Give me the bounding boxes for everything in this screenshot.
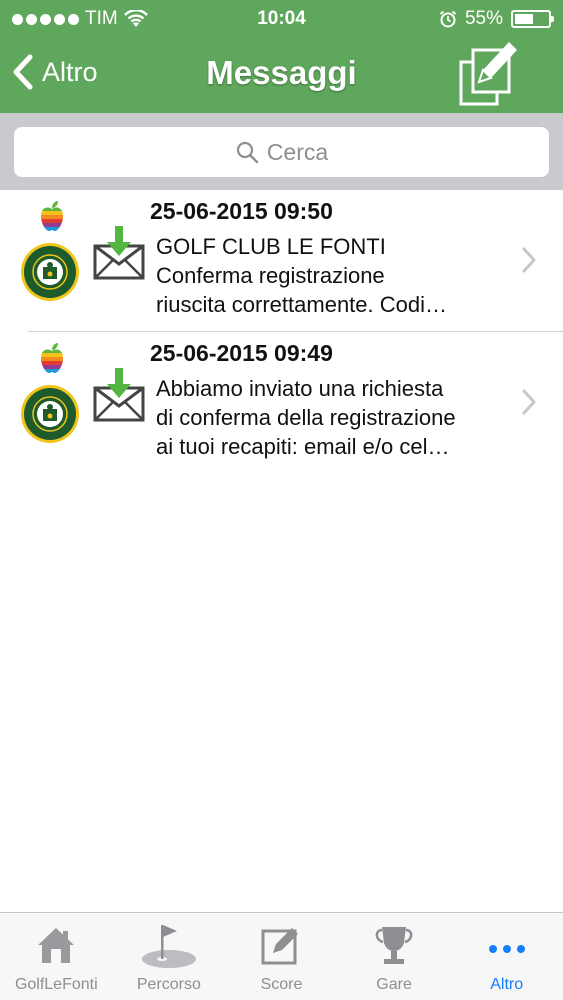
tab-altro[interactable]: Altro: [450, 913, 563, 1000]
message-preview: Abbiamo inviato una richiesta di conferm…: [156, 374, 506, 461]
message-line: Conferma registrazione: [156, 263, 385, 288]
tab-gare[interactable]: Gare: [338, 913, 451, 1000]
message-line: di conferma della registrazione: [156, 405, 456, 430]
message-preview: GOLF CLUB LE FONTI Conferma registrazion…: [156, 232, 506, 319]
apple-icon: [41, 343, 63, 373]
tab-score[interactable]: Score: [225, 913, 338, 1000]
chevron-right-icon: [522, 389, 536, 415]
trophy-icon: [375, 927, 413, 964]
golf-club-logo-icon: [21, 243, 79, 301]
chevron-right-icon: [522, 247, 536, 273]
status-right: 55%: [439, 8, 554, 30]
search-icon: [236, 141, 259, 164]
search-input[interactable]: Cerca: [14, 127, 549, 177]
message-datetime: 25-06-2015 09:49: [150, 340, 333, 366]
tab-label: Percorso: [136, 976, 201, 993]
home-icon: [38, 928, 75, 963]
tab-percorso[interactable]: Percorso: [113, 913, 226, 1000]
golf-club-logo-icon: [21, 385, 79, 443]
more-icon: [488, 945, 525, 953]
tab-label: GolfLeFonti: [14, 976, 98, 993]
navigation-bar: Altro Messaggi: [0, 38, 563, 113]
message-row[interactable]: 25-06-2015 09:49 Abbiamo inviato una ric…: [0, 332, 563, 474]
status-bar: TIM 10:04 55%: [0, 0, 563, 38]
battery-percent: 55%: [464, 8, 503, 29]
download-mail-icon: [93, 368, 145, 422]
download-mail-icon: [93, 226, 145, 280]
search-placeholder: Cerca: [266, 138, 329, 165]
flag-icon: [141, 925, 196, 968]
pencil-icon: [261, 928, 299, 965]
message-line: Abbiamo inviato una richiesta: [156, 376, 444, 401]
search-bar: Cerca: [0, 113, 563, 190]
apple-icon: [41, 201, 63, 231]
battery-icon: [511, 10, 554, 28]
message-datetime: 25-06-2015 09:50: [150, 198, 333, 224]
tab-label: Gare: [376, 976, 412, 993]
message-line: GOLF CLUB LE FONTI: [156, 234, 386, 259]
message-list: 25-06-2015 09:50 GOLF CLUB LE FONTI Conf…: [0, 190, 563, 474]
compose-icon: [459, 42, 517, 106]
message-line: ai tuoi recapiti: email e/o cel…: [156, 434, 450, 459]
alarm-icon: [439, 10, 457, 28]
tab-bar: GolfLeFonti Percorso Score Gare Altro: [0, 912, 563, 1000]
compose-button[interactable]: [457, 38, 525, 110]
tab-golflefonti[interactable]: GolfLeFonti: [0, 913, 113, 1000]
header: TIM 10:04 55% Altro Messaggi: [0, 0, 563, 113]
message-line: riuscita correttamente. Codi…: [156, 292, 447, 317]
message-row[interactable]: 25-06-2015 09:50 GOLF CLUB LE FONTI Conf…: [0, 190, 563, 332]
tab-label: Score: [260, 976, 303, 993]
tab-label: Altro: [490, 976, 524, 993]
